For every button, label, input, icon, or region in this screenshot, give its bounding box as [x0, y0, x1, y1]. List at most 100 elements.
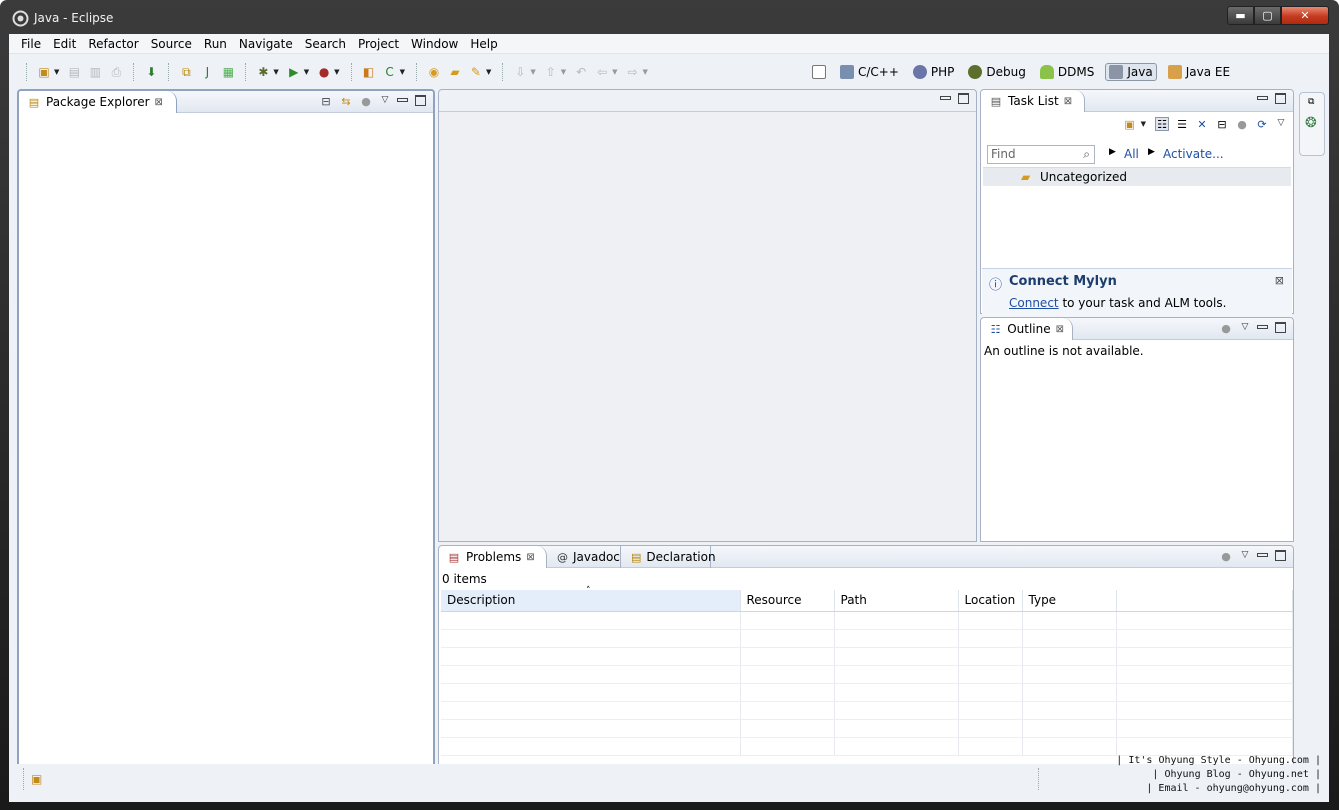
save-icon[interactable]: ▤	[65, 63, 83, 81]
maximize-view-icon[interactable]	[1275, 550, 1287, 562]
run-icon[interactable]: ▶	[285, 63, 303, 81]
minimize-button[interactable]: ▬	[1227, 6, 1254, 25]
new-java-project-icon[interactable]: ⧉	[177, 63, 195, 81]
perspective-debug[interactable]: Debug	[965, 64, 1028, 80]
column-description[interactable]: Description ˄	[441, 586, 741, 612]
tab-problems[interactable]: ▤ Problems ⊠	[439, 546, 547, 568]
debug-dropdown-icon[interactable]: ▼	[273, 68, 278, 76]
minimize-editor-icon[interactable]	[940, 93, 952, 105]
view-menu-icon[interactable]	[379, 95, 391, 107]
tab-outline[interactable]: ☷ Outline ⊠	[981, 318, 1073, 340]
menu-window[interactable]: Window	[405, 37, 464, 51]
load-icon[interactable]: ⬇	[142, 63, 160, 81]
search-dropdown-icon[interactable]: ▼	[486, 68, 491, 76]
new-task-icon[interactable]: ▣	[1123, 117, 1137, 131]
new-junit-icon[interactable]: J	[198, 63, 216, 81]
maximize-view-icon[interactable]	[415, 95, 427, 107]
menu-run[interactable]: Run	[198, 37, 233, 51]
restore-icon[interactable]: ⧉	[1308, 97, 1314, 107]
activate-link[interactable]: Activate...	[1163, 147, 1224, 161]
collapse-all-icon[interactable]: ⊟	[1215, 117, 1229, 131]
forward-dropdown-icon[interactable]: ▼	[643, 68, 648, 76]
column-location[interactable]: Location	[958, 590, 1023, 612]
menu-source[interactable]: Source	[145, 37, 198, 51]
view-menu-icon[interactable]	[1239, 550, 1251, 562]
menu-navigate[interactable]: Navigate	[233, 37, 299, 51]
menu-project[interactable]: Project	[352, 37, 405, 51]
next-annotation-icon[interactable]: ⇩	[511, 63, 529, 81]
close-button[interactable]: ✕	[1281, 6, 1329, 25]
forward-icon[interactable]: ⇨	[624, 63, 642, 81]
column-type[interactable]: Type	[1022, 590, 1117, 612]
prev-annotation-icon[interactable]: ⇧	[542, 63, 560, 81]
perspective-ddms[interactable]: DDMS	[1037, 64, 1097, 80]
synchronize-icon[interactable]: ⟳	[1255, 117, 1269, 131]
maximize-button[interactable]: ▢	[1254, 6, 1281, 25]
collapse-all-icon[interactable]: ⊟	[319, 94, 333, 108]
close-mylyn-icon[interactable]: ⊠	[1275, 274, 1284, 287]
perspective-java[interactable]: Java	[1105, 63, 1157, 81]
close-tab-icon[interactable]: ⊠	[1056, 324, 1064, 335]
open-folder-icon[interactable]: ▰	[446, 63, 464, 81]
hide-completed-icon[interactable]: ✕	[1195, 117, 1209, 131]
prev-annotation-dropdown-icon[interactable]: ▼	[561, 68, 566, 76]
focus-icon[interactable]: ●	[1219, 321, 1233, 335]
close-tab-icon[interactable]: ⊠	[526, 552, 534, 563]
title-bar[interactable]: Java - Eclipse ▬ ▢ ✕	[0, 0, 1339, 34]
print-icon[interactable]: ⎙	[107, 63, 125, 81]
new-icon[interactable]: ▣	[35, 63, 53, 81]
minimize-view-icon[interactable]	[397, 95, 409, 107]
new-dropdown-icon[interactable]: ▼	[54, 68, 59, 76]
new-class-icon[interactable]: C	[381, 63, 399, 81]
close-tab-icon[interactable]: ⊠	[155, 97, 163, 108]
maximize-editor-icon[interactable]	[958, 93, 970, 105]
category-row[interactable]: ▰ Uncategorized	[983, 167, 1291, 186]
debug-icon[interactable]: ✱	[254, 63, 272, 81]
back-icon[interactable]: ⇦	[593, 63, 611, 81]
focus-icon[interactable]: ●	[359, 94, 373, 108]
menu-file[interactable]: File	[15, 37, 47, 51]
perspective-javaee[interactable]: Java EE	[1165, 64, 1233, 80]
minimize-view-icon[interactable]	[1257, 550, 1269, 562]
menu-search[interactable]: Search	[299, 37, 352, 51]
next-annotation-dropdown-icon[interactable]: ▼	[530, 68, 535, 76]
column-resource[interactable]: Resource	[740, 590, 835, 612]
open-type-icon[interactable]: ◉	[425, 63, 443, 81]
connect-link[interactable]: Connect	[1009, 296, 1059, 310]
focus-icon[interactable]: ●	[1235, 117, 1249, 131]
new-android-icon[interactable]: ▦	[219, 63, 237, 81]
perspective-cpp[interactable]: C/C++	[837, 64, 902, 80]
new-package-icon[interactable]: ◧	[360, 63, 378, 81]
perspective-php[interactable]: PHP	[910, 64, 958, 80]
last-edit-icon[interactable]: ↶	[572, 63, 590, 81]
tab-package-explorer[interactable]: ▤ Package Explorer ⊠	[19, 91, 177, 113]
tab-declaration[interactable]: ▤ Declaration	[623, 546, 716, 568]
save-all-icon[interactable]: ▥	[86, 63, 104, 81]
back-dropdown-icon[interactable]: ▼	[612, 68, 617, 76]
tab-javadoc[interactable]: @ Javadoc	[549, 546, 621, 568]
minimize-view-icon[interactable]	[1257, 93, 1269, 105]
focus-icon[interactable]: ●	[1219, 549, 1233, 563]
link-with-editor-icon[interactable]: ⇆	[339, 94, 353, 108]
close-tab-icon[interactable]: ⊠	[1064, 96, 1072, 107]
run-dropdown-icon[interactable]: ▼	[304, 68, 309, 76]
categorized-icon[interactable]: ☷	[1155, 117, 1169, 131]
tab-task-list[interactable]: ▤ Task List ⊠	[981, 90, 1085, 112]
new-task-dropdown-icon[interactable]: ▼	[1141, 120, 1146, 128]
scheduled-icon[interactable]: ☰	[1175, 117, 1189, 131]
external-tools-dropdown-icon[interactable]: ▼	[334, 68, 339, 76]
minimize-view-icon[interactable]	[1257, 322, 1269, 334]
open-perspective-button[interactable]	[809, 64, 829, 80]
maximize-view-icon[interactable]	[1275, 93, 1287, 105]
menu-help[interactable]: Help	[464, 37, 503, 51]
view-menu-icon[interactable]	[1239, 322, 1251, 334]
find-input[interactable]: Find ⌕	[987, 145, 1095, 164]
view-menu-icon[interactable]	[1275, 118, 1287, 130]
fast-view-icon[interactable]: ▣	[31, 772, 42, 786]
menu-refactor[interactable]: Refactor	[82, 37, 144, 51]
maximize-view-icon[interactable]	[1275, 322, 1287, 334]
external-tools-icon[interactable]: ●	[315, 63, 333, 81]
menu-edit[interactable]: Edit	[47, 37, 82, 51]
new-class-dropdown-icon[interactable]: ▼	[400, 68, 405, 76]
palette-icon[interactable]: ❂	[1305, 115, 1317, 131]
